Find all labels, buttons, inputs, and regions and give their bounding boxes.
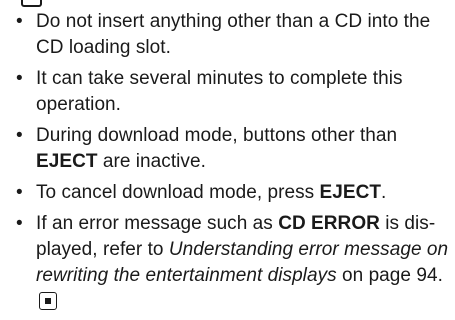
list-item: • During download mode, buttons other th… <box>12 123 452 175</box>
bullet: • <box>16 68 23 89</box>
bullet: • <box>16 125 23 146</box>
note-text-before: During download mode, buttons other than <box>36 125 398 146</box>
list-item: • Do not insert anything other than a CD… <box>12 9 452 61</box>
note-text-after: on page 94. <box>336 265 443 286</box>
note-text-before: If an error message such as <box>36 213 279 234</box>
eject-button-name: EJECT <box>36 151 98 172</box>
note-icon <box>21 0 42 7</box>
end-of-section-icon <box>39 292 57 310</box>
bullet: • <box>16 11 23 32</box>
note-text-after: are inactive. <box>97 151 206 172</box>
bullet: • <box>16 182 23 203</box>
list-item: • To cancel download mode, press EJECT. <box>12 180 452 206</box>
note-text: Do not insert anything other than a CD i… <box>36 11 431 58</box>
note-text-before: To cancel download mode, press <box>36 182 320 203</box>
note-text-after: . <box>381 182 387 203</box>
notes-list: • Do not insert anything other than a CD… <box>12 9 452 320</box>
error-message-name: CD ERROR <box>278 213 380 234</box>
list-item: • It can take several minutes to complet… <box>12 66 452 118</box>
eject-button-name: EJECT <box>319 182 382 203</box>
list-item: • If an error message such as CD ERROR i… <box>12 211 452 315</box>
bullet: • <box>16 213 23 234</box>
note-text: It can take several minutes to complete … <box>36 68 403 115</box>
